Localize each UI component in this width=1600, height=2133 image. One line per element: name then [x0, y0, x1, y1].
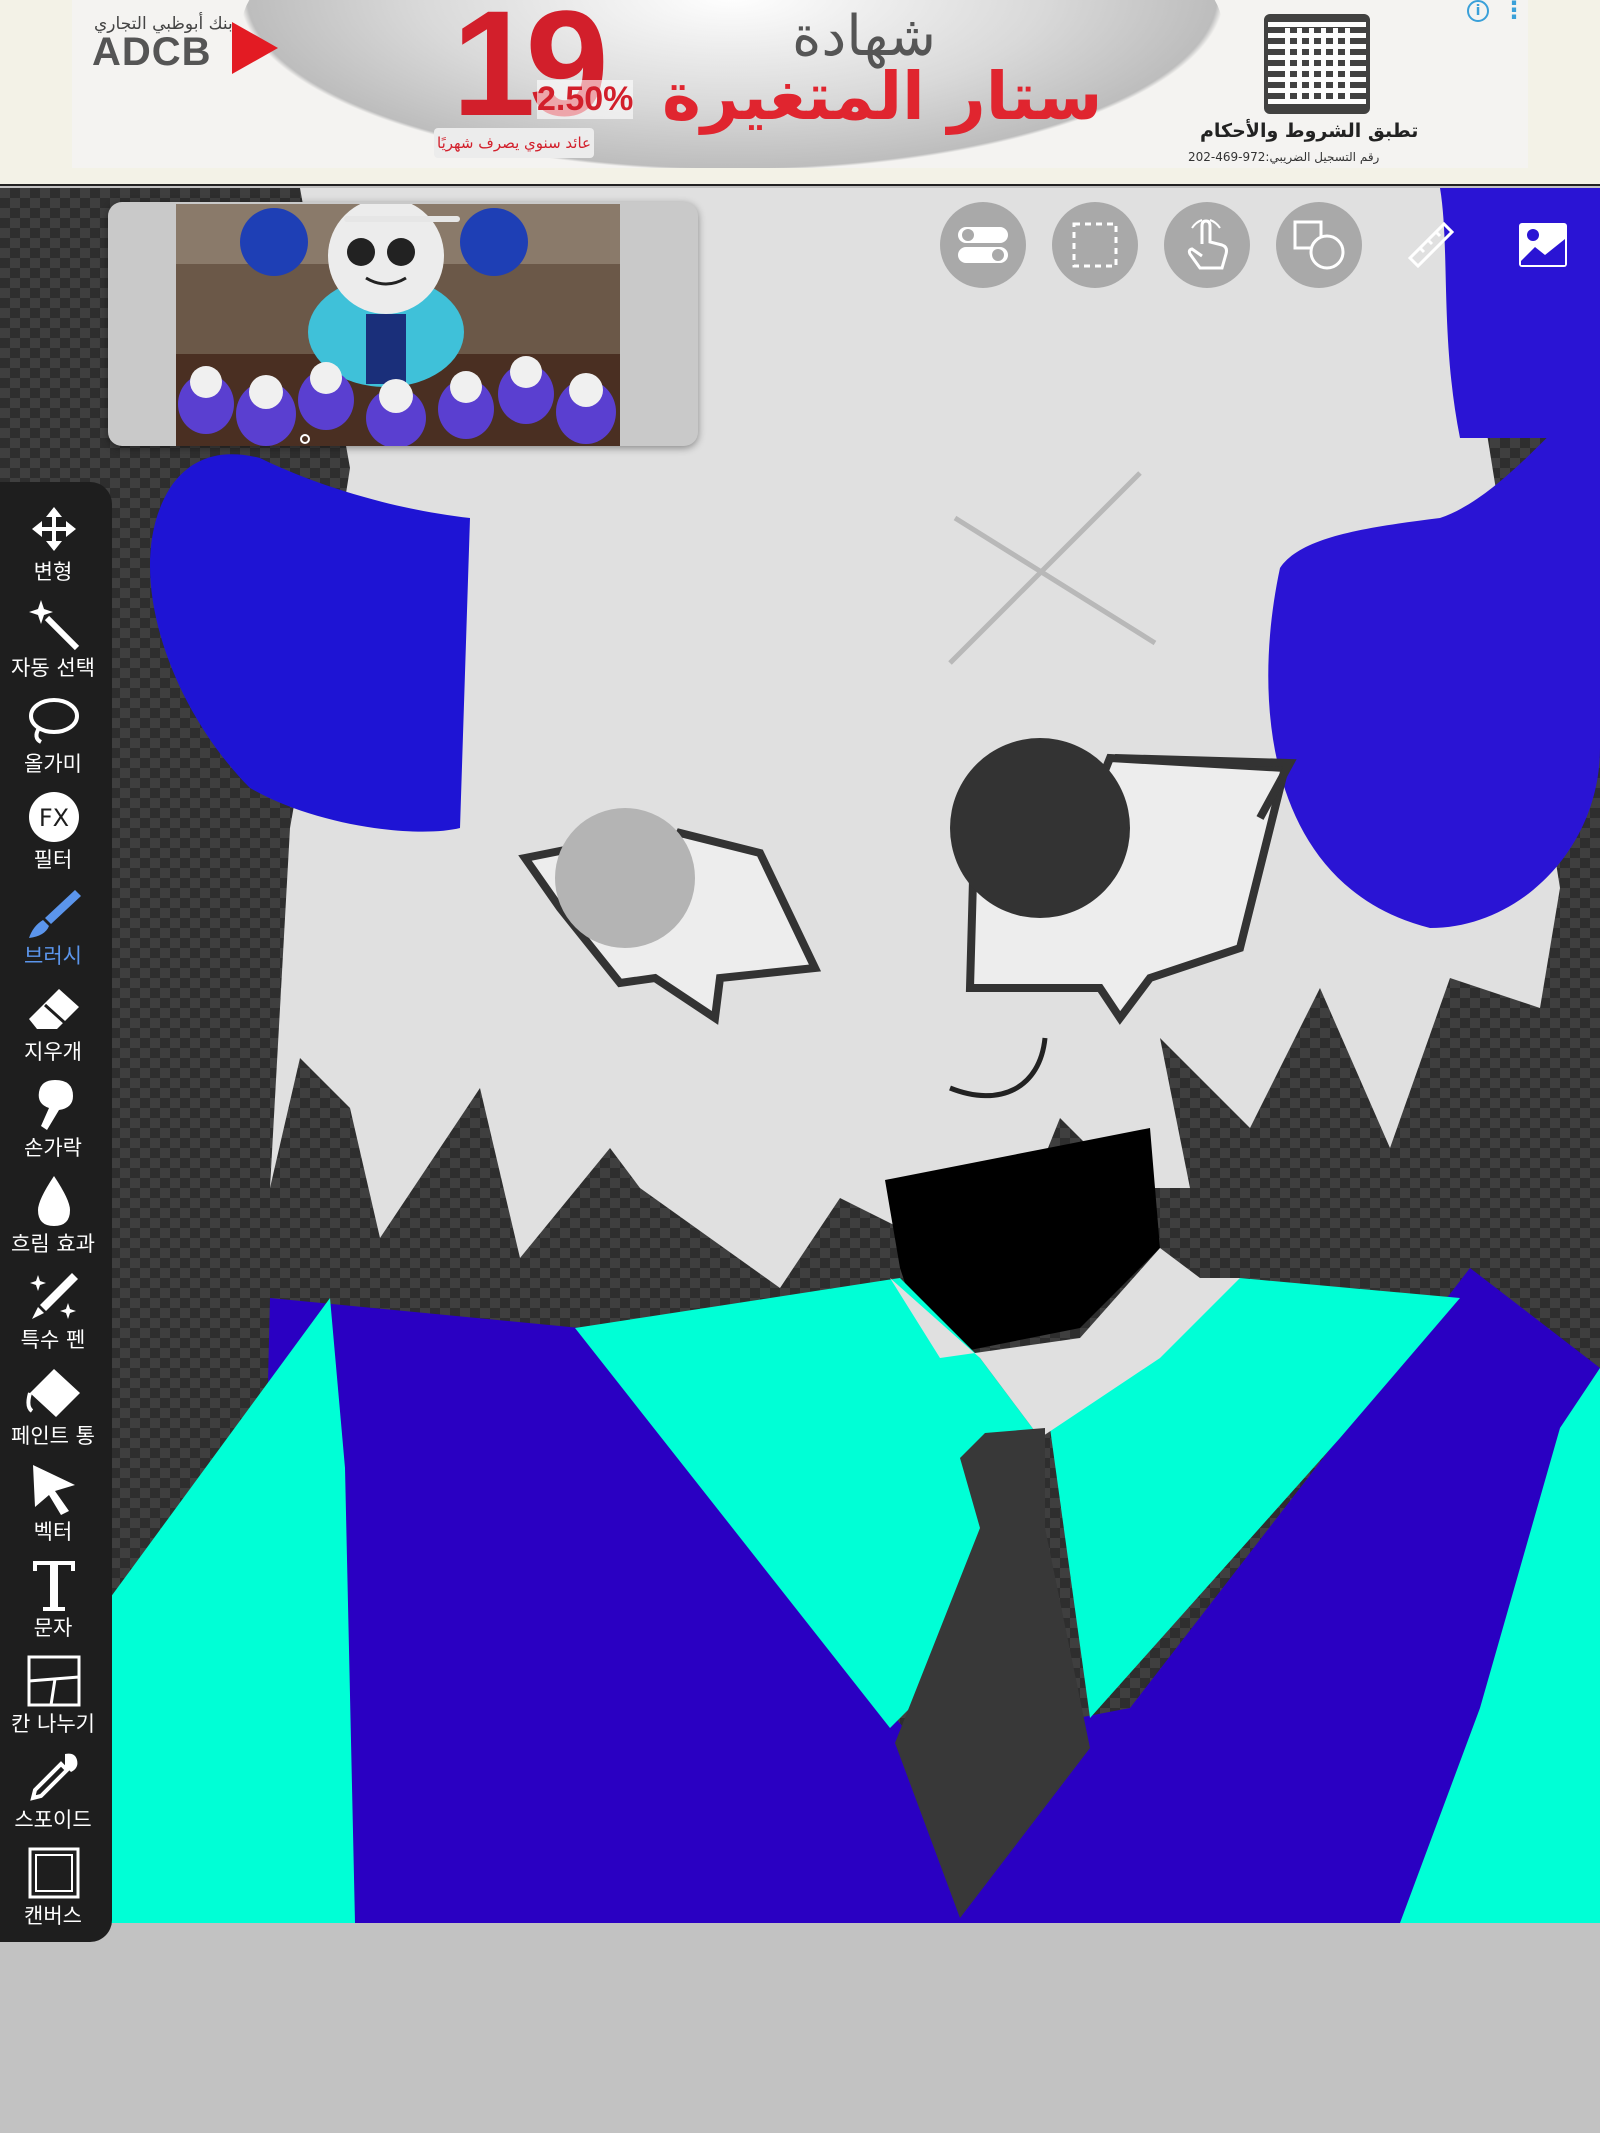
tool-finger[interactable]: 손가락	[0, 1074, 112, 1170]
tool-brush[interactable]: 브러시	[0, 882, 112, 978]
tool-label: 흐림 효과	[11, 1232, 95, 1256]
artwork-right-pupil	[950, 738, 1130, 918]
tool-label: 손가락	[24, 1136, 82, 1160]
ad-rate-caption: عائد سنوي يصرف شهريًا	[434, 128, 594, 158]
frame-divider-icon	[27, 1655, 81, 1707]
tool-label: 문자	[33, 1616, 73, 1640]
shape-icon	[1293, 220, 1345, 270]
artwork-left-sleeve	[110, 1298, 355, 1923]
canvas-icon	[28, 1847, 80, 1899]
image-button[interactable]	[1500, 202, 1586, 288]
ad-registration: رقم التسجيل الضريبي:972-469-202	[1188, 150, 1380, 164]
ruler-icon	[1407, 221, 1455, 269]
dashed-rectangle-icon	[1072, 222, 1118, 268]
cursor-arrow-icon	[33, 1465, 75, 1515]
eyedropper-icon	[30, 1753, 78, 1801]
tool-filter[interactable]: FX 필터	[0, 786, 112, 882]
move-arrows-icon	[32, 507, 76, 551]
tool-frame-divider[interactable]: 칸 나누기	[0, 1650, 112, 1746]
selection-button[interactable]	[1052, 202, 1138, 288]
info-icon[interactable]: i	[1467, 0, 1489, 22]
tool-label: 페인트 통	[11, 1424, 95, 1448]
drawing-canvas[interactable]	[0, 188, 1600, 1923]
shape-button[interactable]	[1276, 202, 1362, 288]
image-icon	[1519, 223, 1567, 267]
left-toolbar: 변형 자동 선택 올가미 FX 필터 브러시 지우개 손가락 흐림 효과 특수 …	[0, 482, 112, 1942]
magic-wand-icon	[29, 600, 80, 651]
tool-label: 벡터	[33, 1520, 73, 1544]
paint-bucket-icon	[26, 1369, 80, 1417]
fx-icon: FX	[29, 792, 79, 842]
artwork	[110, 188, 1600, 1923]
tool-label: 칸 나누기	[11, 1712, 95, 1736]
ad-banner-area: بنك أبوظبي التجاري ADCB 19 2.50% عائد سن…	[0, 0, 1600, 186]
eraser-icon	[29, 989, 79, 1029]
tool-eraser[interactable]: 지우개	[0, 978, 112, 1074]
toggle-icon	[958, 227, 1008, 263]
tool-label: 스포이드	[14, 1808, 92, 1832]
ad-headline-2: ستار المتغيرة	[662, 58, 1103, 135]
app-root: بنك أبوظبي التجاري ADCB 19 2.50% عائد سن…	[0, 0, 1600, 2133]
finger-icon	[38, 1080, 73, 1130]
more-vertical-icon[interactable]: ⋮	[1502, 0, 1526, 22]
tool-vector[interactable]: 벡터	[0, 1458, 112, 1554]
tool-label: 올가미	[24, 752, 82, 776]
tool-eyedropper[interactable]: 스포이드	[0, 1746, 112, 1842]
svg-text:FX: FX	[39, 804, 69, 832]
reference-resize-icon[interactable]	[300, 434, 310, 444]
canvas-gutter	[0, 1923, 1600, 2133]
tool-blur[interactable]: 흐림 효과	[0, 1170, 112, 1266]
ad-bank-logo-icon	[232, 22, 278, 74]
tool-paint-bucket[interactable]: 페인트 통	[0, 1362, 112, 1458]
tool-auto-select[interactable]: 자동 선택	[0, 594, 112, 690]
artwork-left-pupil	[555, 808, 695, 948]
tool-label: 특수 펜	[20, 1328, 86, 1352]
tool-label: 캔버스	[24, 1904, 82, 1928]
droplet-icon	[38, 1176, 70, 1226]
ruler-button[interactable]	[1388, 202, 1474, 288]
artwork-left-horn	[149, 454, 471, 832]
reference-photo	[176, 204, 620, 446]
tool-label: 변형	[33, 560, 73, 584]
reference-window[interactable]	[108, 202, 698, 446]
tool-label: 자동 선택	[11, 656, 95, 680]
ad-bank-logo: ADCB	[92, 30, 212, 74]
hand-pointer-icon	[1187, 219, 1228, 270]
tool-label: 필터	[33, 848, 73, 872]
tool-transform[interactable]: 변형	[0, 498, 112, 594]
tool-lasso[interactable]: 올가미	[0, 690, 112, 786]
tool-label: 브러시	[24, 944, 82, 968]
toggle-button[interactable]	[940, 202, 1026, 288]
ad-banner[interactable]: بنك أبوظبي التجاري ADCB 19 2.50% عائد سن…	[72, 0, 1528, 168]
qr-code-icon	[1264, 14, 1370, 114]
tool-canvas[interactable]: 캔버스	[0, 1842, 112, 1938]
lasso-icon	[29, 698, 79, 744]
tool-special-pen[interactable]: 특수 펜	[0, 1266, 112, 1362]
brush-icon	[29, 890, 81, 938]
ad-rate-fraction: 2.50%	[537, 80, 634, 119]
ad-terms: تطبق الشروط والأحكام	[1200, 120, 1419, 142]
tool-text[interactable]: 문자	[0, 1554, 112, 1650]
text-icon	[33, 1561, 75, 1611]
tool-label: 지우개	[24, 1040, 82, 1064]
reference-drag-handle[interactable]	[344, 216, 460, 222]
touch-button[interactable]	[1164, 202, 1250, 288]
sparkle-pen-icon	[30, 1273, 78, 1319]
